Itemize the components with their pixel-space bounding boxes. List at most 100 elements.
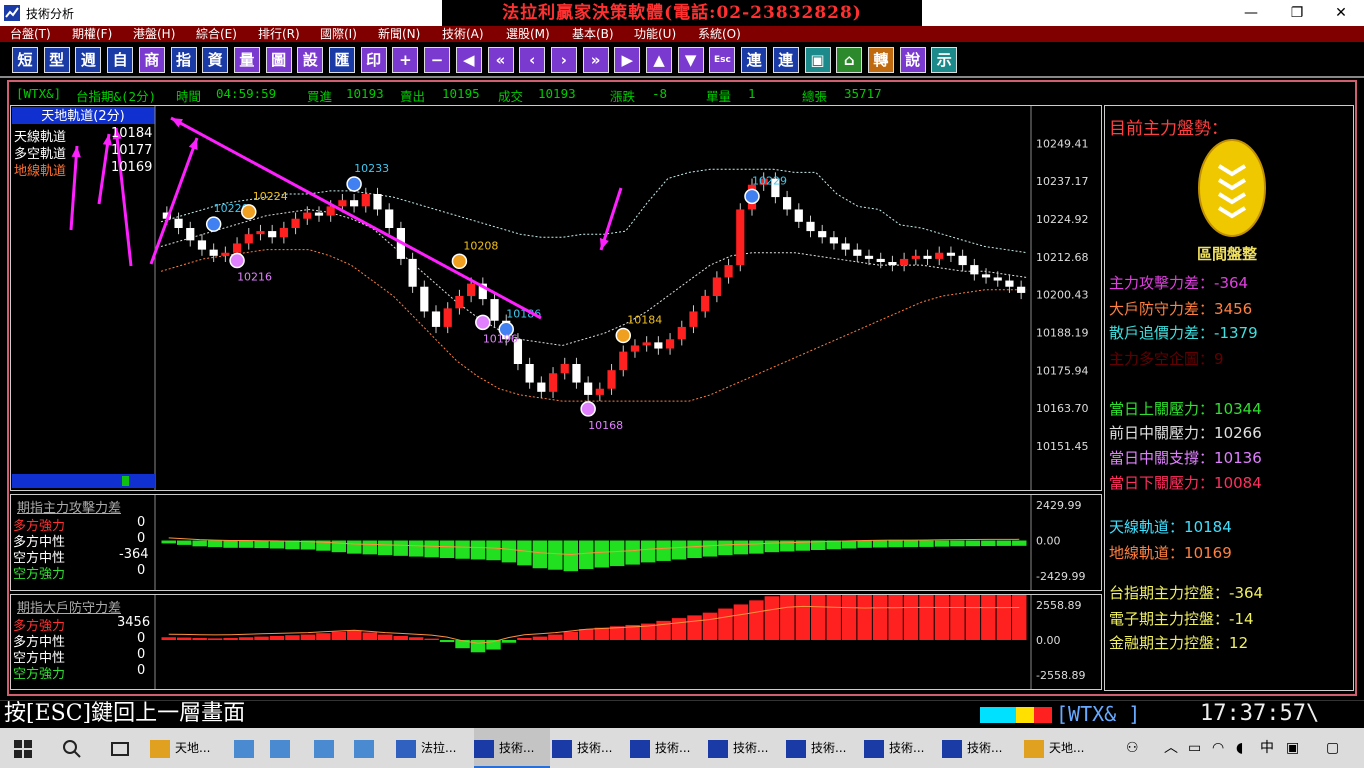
stat-row-8: 天線軌道：10184 — [1109, 516, 1232, 537]
toolbar-button-15[interactable]: « — [487, 47, 514, 73]
menu-item-hk[interactable]: 港盤(H) — [133, 26, 175, 42]
toolbar-button-24[interactable]: 連 — [772, 47, 799, 73]
toolbar-button-21[interactable]: ▼ — [677, 47, 704, 73]
toolbar-button-16[interactable]: ‹ — [519, 47, 546, 73]
ime-mode-icon[interactable]: ▣ — [1286, 728, 1299, 768]
attack-legend-3-value: 0 — [137, 563, 146, 578]
toolbar-button-11[interactable]: 印 — [360, 47, 387, 73]
bar — [300, 634, 316, 640]
main-chart-panel[interactable]: 天地軌道(2分) 10249.41 10237.17 10224.92 10212.6… — [10, 105, 1102, 491]
stat-value-2: -1379 — [1214, 324, 1258, 342]
taskbar-item-9[interactable]: 技術... — [708, 728, 784, 768]
toolbar-button-7[interactable]: 量 — [233, 47, 260, 73]
toolbar-button-29[interactable]: 示 — [931, 47, 958, 73]
defense-diff-panel[interactable]: 2558.89 0.00 -2558.89 期指大戶防守力差 多方強力 3456 多… — [10, 594, 1102, 690]
menu-item-basic[interactable]: 基本(B) — [572, 26, 614, 42]
bar — [656, 540, 671, 561]
task-view-icon[interactable] — [110, 739, 130, 759]
bar — [316, 633, 331, 640]
taskbar-item-11[interactable]: 技術... — [864, 728, 940, 768]
attack-diff-chart[interactable]: 2429.99 0.00 -2429.99 — [11, 495, 1101, 590]
taskbar-item-10[interactable]: 技術... — [786, 728, 862, 768]
taskbar-item-1[interactable] — [234, 728, 268, 768]
taskbar-app-icon — [630, 739, 650, 758]
toolbar-button-23[interactable]: 連 — [741, 47, 768, 73]
minimize-button[interactable]: — — [1228, 0, 1274, 26]
candlestick-chart[interactable]: 天地軌道(2分) 10249.41 10237.17 10224.92 10212.6… — [11, 106, 1101, 490]
menu-item-taipan[interactable]: 台盤(T) — [10, 26, 51, 42]
taskbar-item-3[interactable] — [314, 728, 348, 768]
defense-diff-chart[interactable]: 2558.89 0.00 -2558.89 — [11, 595, 1101, 689]
toolbar-button-6[interactable]: 資 — [202, 47, 229, 73]
menu-item-tech[interactable]: 技術(A) — [442, 26, 484, 42]
toolbar-button-27[interactable]: 轉 — [867, 47, 894, 73]
menu-item-composite[interactable]: 綜合(E) — [196, 26, 237, 42]
toolbar-button-18[interactable]: » — [582, 47, 609, 73]
menu-item-ranking[interactable]: 排行(R) — [258, 26, 300, 42]
chart-scroll-thumb — [122, 476, 129, 486]
windows-start-icon[interactable] — [14, 740, 32, 758]
bar — [424, 540, 439, 558]
bar — [996, 540, 1012, 546]
candle-body — [361, 194, 370, 207]
menu-item-system[interactable]: 系統(O) — [698, 26, 741, 42]
candle-body — [174, 218, 183, 228]
taskbar-item-7[interactable]: 技術... — [552, 728, 628, 768]
defense-diff-title: 期指大戶防守力差 — [17, 601, 122, 616]
taskbar-item-2[interactable] — [270, 728, 304, 768]
restore-button[interactable]: ❐ — [1274, 0, 1320, 26]
signal-marker — [580, 401, 596, 417]
ime-indicator[interactable]: 中 — [1260, 728, 1274, 768]
toolbar-button-20[interactable]: ▲ — [646, 47, 672, 73]
toolbar-button-22[interactable]: Esc — [709, 47, 736, 73]
chevron-up-icon[interactable]: ︿ — [1164, 728, 1178, 768]
bar — [826, 595, 841, 640]
notification-icon[interactable]: ▢ — [1326, 728, 1339, 768]
close-button[interactable]: ✕ — [1318, 0, 1364, 26]
candle-body — [525, 364, 534, 383]
toolbar-button-3[interactable]: 自 — [107, 47, 134, 73]
toolbar-button-19[interactable]: ▶ — [614, 47, 641, 73]
toolbar-button-4[interactable]: 商 — [138, 47, 165, 73]
taskbar-item-12[interactable]: 技術... — [942, 728, 1018, 768]
taskbar-item-8[interactable]: 技術... — [630, 728, 706, 768]
toolbar-button-26[interactable]: ⌂ — [836, 47, 863, 73]
menu-item-intl[interactable]: 國際(I) — [320, 26, 357, 42]
toolbar-button-17[interactable]: › — [550, 47, 577, 73]
wifi-icon[interactable]: ◠ — [1212, 728, 1224, 768]
taskbar-item-label: 技術... — [499, 741, 535, 755]
toolbar-button-13[interactable]: − — [424, 47, 451, 73]
stat-row-5: 前日中關壓力：10266 — [1109, 422, 1262, 443]
toolbar-button-5[interactable]: 指 — [170, 47, 197, 73]
toolbar-button-2[interactable]: 週 — [75, 47, 102, 73]
menu-item-news[interactable]: 新聞(N) — [378, 26, 420, 42]
toolbar-button-10[interactable]: 匯 — [329, 47, 355, 73]
toolbar-button-28[interactable]: 說 — [899, 47, 926, 73]
taskbar-item-5[interactable]: 法拉... — [396, 728, 472, 768]
status-symbol: [WTX& ] — [1056, 702, 1141, 726]
toolbar-button-25[interactable]: ▣ — [804, 47, 831, 73]
menu-item-function[interactable]: 功能(U) — [634, 26, 676, 42]
taskbar-item-6[interactable]: 技術... — [474, 728, 550, 768]
bar — [486, 540, 501, 561]
toolbar-button-1[interactable]: 型 — [43, 47, 70, 73]
person-icon[interactable]: ⚇ — [1126, 728, 1139, 768]
search-icon[interactable] — [62, 739, 82, 759]
battery-icon[interactable]: ▭ — [1188, 728, 1201, 768]
toolbar-button-14[interactable]: ◀ — [455, 47, 482, 73]
toolbar-button-12[interactable]: + — [392, 47, 419, 73]
toolbar-button-8[interactable]: 圖 — [265, 47, 292, 73]
volume-icon[interactable]: ◖ — [1236, 728, 1243, 768]
menu-item-futures[interactable]: 期權(F) — [72, 26, 112, 42]
candle-body — [853, 249, 862, 256]
menu-item-screener[interactable]: 選股(M) — [506, 26, 550, 42]
toolbar-button-9[interactable]: 設 — [297, 47, 324, 73]
taskbar-item-13[interactable]: 天地... — [1024, 728, 1100, 768]
toolbar-button-0[interactable]: 短 — [12, 47, 38, 73]
taskbar-item-4[interactable] — [354, 728, 388, 768]
candle-body — [876, 258, 885, 262]
candle-body — [420, 286, 429, 312]
stat-label-5: 前日中關壓力 — [1109, 424, 1200, 442]
attack-diff-panel[interactable]: 2429.99 0.00 -2429.99 期指主力攻擊力差 多方強力 0 多方中性… — [10, 494, 1102, 591]
taskbar-item-0[interactable]: 天地... — [150, 728, 226, 768]
